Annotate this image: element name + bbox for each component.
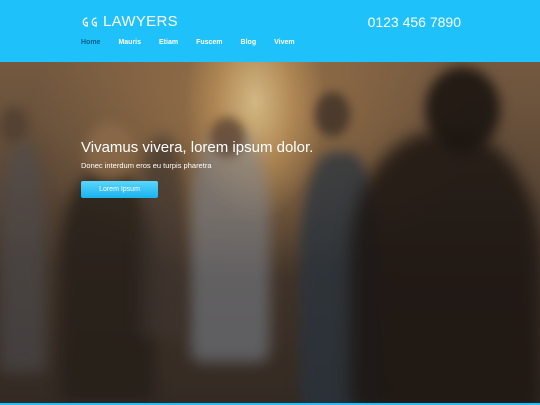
nav-item-vivem[interactable]: Vivem	[274, 38, 295, 48]
hero-overlay	[0, 62, 540, 403]
page: LAWYERS 0123 456 7890 Home Mauris Etiam …	[0, 0, 540, 405]
nav-item-home[interactable]: Home	[81, 38, 100, 48]
brand-name: LAWYERS	[103, 13, 178, 30]
hero-subtitle: Donec interdum eros eu turpis pharetra	[81, 161, 212, 170]
hero-title: Vivamus vivera, lorem ipsum dolor.	[81, 139, 314, 156]
site-logo[interactable]: LAWYERS	[81, 13, 178, 31]
gg-monogram-icon	[82, 17, 97, 27]
site-header: LAWYERS 0123 456 7890 Home Mauris Etiam …	[0, 0, 540, 62]
nav-item-mauris[interactable]: Mauris	[118, 38, 141, 48]
main-nav: Home Mauris Etiam Fuscem Blog Vivem	[81, 38, 313, 48]
hero-cta-button[interactable]: Lorem Ipsum	[81, 181, 158, 198]
nav-item-fuscem[interactable]: Fuscem	[196, 38, 222, 48]
hero-section	[0, 62, 540, 403]
nav-item-etiam[interactable]: Etiam	[159, 38, 178, 48]
nav-item-blog[interactable]: Blog	[241, 38, 257, 48]
phone-number[interactable]: 0123 456 7890	[368, 13, 461, 31]
